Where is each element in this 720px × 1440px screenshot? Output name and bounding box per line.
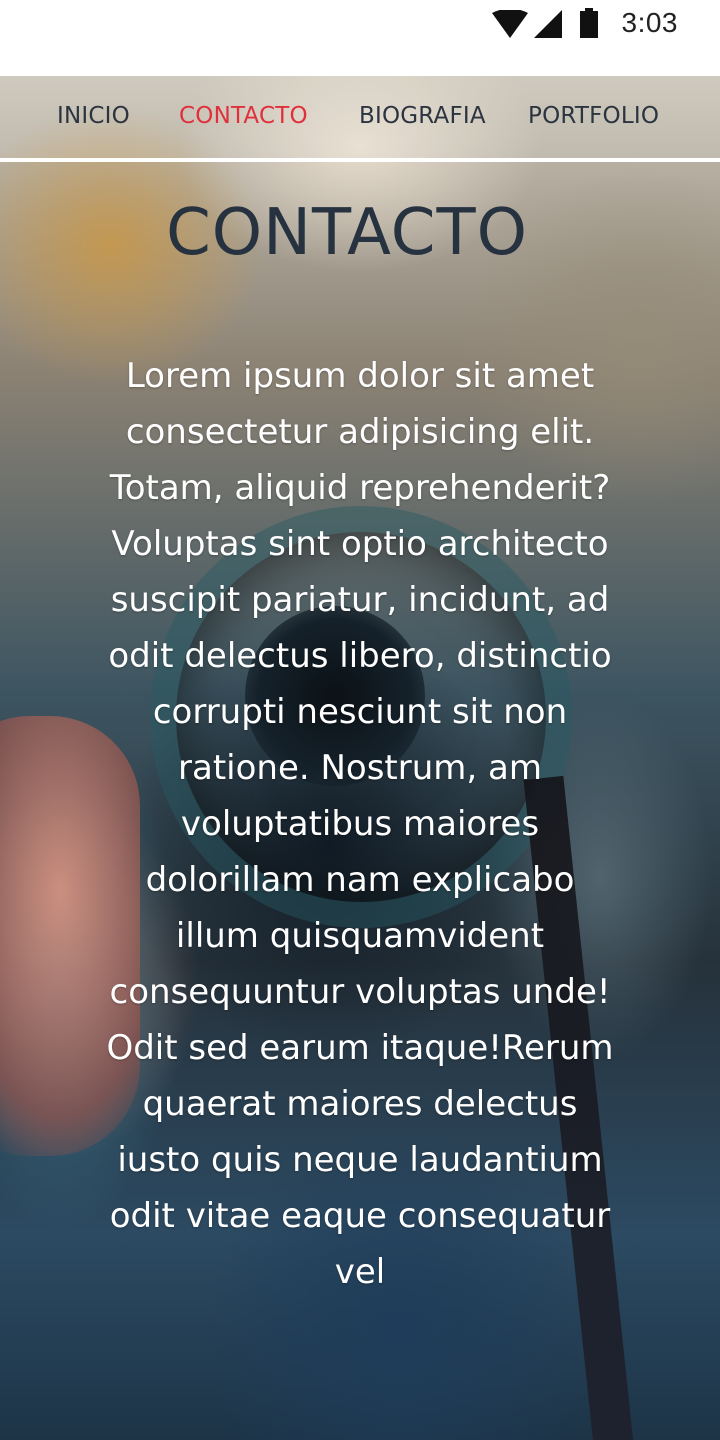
nav-item-portfolio[interactable]: PORTFOLIO (528, 103, 659, 129)
battery-icon (580, 8, 598, 38)
status-bar: 3:03 (0, 0, 720, 76)
page-title: CONTACTO (166, 196, 528, 270)
cellular-signal-icon (534, 10, 562, 38)
nav-item-contacto[interactable]: CONTACTO (179, 103, 308, 129)
top-nav: INICIO CONTACTO BIOGRAFIA PORTFOLIO (0, 76, 720, 162)
wifi-icon (492, 10, 528, 38)
nav-item-inicio[interactable]: INICIO (57, 103, 130, 129)
nav-item-biografia[interactable]: BIOGRAFIA (359, 103, 486, 129)
status-time: 3:03 (621, 7, 678, 38)
body-paragraph: Lorem ipsum dolor sit amet consectetur a… (106, 356, 614, 1292)
